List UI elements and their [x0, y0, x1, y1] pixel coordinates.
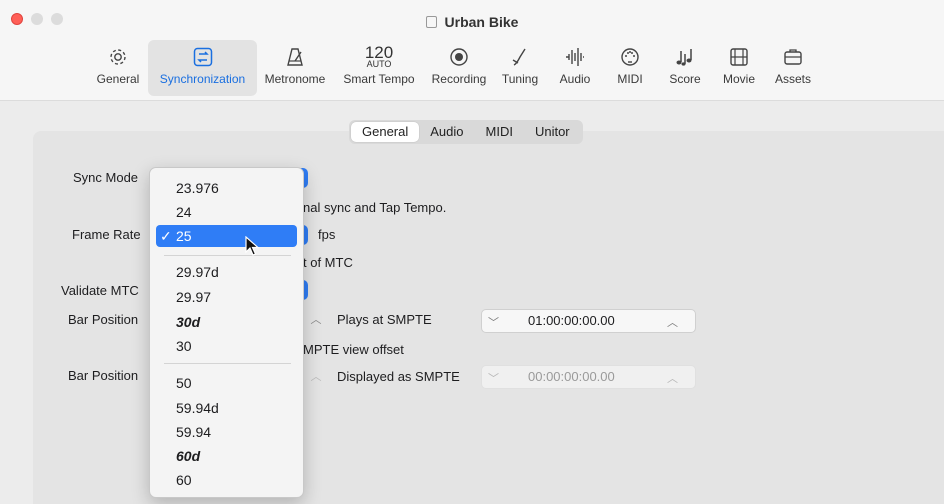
- tab-smart-tempo[interactable]: 120 AUTO Smart Tempo: [333, 40, 425, 96]
- menu-item[interactable]: 29.97: [156, 286, 297, 308]
- subtab-general[interactable]: General: [351, 122, 420, 142]
- sub-tab-control: General Audio MIDI Unitor: [349, 120, 583, 144]
- menu-item[interactable]: 23.976: [156, 177, 297, 199]
- notes-icon: [674, 44, 696, 70]
- validate-mtc-label: Validate MTC: [61, 283, 139, 298]
- briefcase-icon: [782, 44, 804, 70]
- frame-rate-unit: fps: [318, 227, 336, 242]
- increment-icon[interactable]: ︿: [667, 370, 678, 386]
- bar-position-2-stepper-up[interactable]: ︿: [309, 368, 323, 386]
- plays-at-smpte-field[interactable]: ﹀ 01:00:00:00.00 ︿: [481, 309, 696, 333]
- tab-assets[interactable]: Assets: [765, 40, 821, 96]
- window-title: Urban Bike: [0, 14, 944, 30]
- subtab-audio[interactable]: Audio: [419, 122, 474, 142]
- preferences-content: [0, 101, 944, 504]
- menu-item[interactable]: 60d: [156, 445, 297, 467]
- tab-score[interactable]: Score: [657, 40, 713, 96]
- smart-tempo-icon: 120 AUTO: [364, 43, 394, 69]
- bar-position-stepper-up[interactable]: ︿: [309, 311, 323, 329]
- decrement-icon[interactable]: ﹀: [488, 370, 499, 386]
- smpte-view-offset-hint: MPTE view offset: [303, 342, 404, 357]
- frame-rate-menu: 23.976 24 ✓ 25 29.97d 29.97 30d 30 50 59…: [149, 167, 304, 498]
- tab-general[interactable]: General: [88, 40, 148, 96]
- frame-rate-hint: t of MTC: [303, 255, 353, 270]
- tab-tuning[interactable]: Tuning: [493, 40, 547, 96]
- decrement-icon[interactable]: ﹀: [488, 314, 499, 330]
- checkmark-icon: ✓: [160, 228, 172, 244]
- tab-recording[interactable]: Recording: [425, 40, 493, 96]
- displayed-as-smpte-value: 00:00:00:00.00: [528, 369, 615, 384]
- sync-mode-label: Sync Mode: [73, 170, 139, 185]
- preferences-toolbar: General Synchronization Metronome 120 AU…: [88, 40, 821, 96]
- menu-item[interactable]: 50: [156, 372, 297, 394]
- displayed-as-smpte-label: Displayed as SMPTE: [337, 369, 460, 384]
- subtab-unitor[interactable]: Unitor: [524, 122, 581, 142]
- plays-at-smpte-label: Plays at SMPTE: [337, 312, 432, 327]
- menu-item-selected[interactable]: ✓ 25: [156, 225, 297, 247]
- midi-icon: [619, 44, 641, 70]
- tab-synchronization[interactable]: Synchronization: [148, 40, 257, 96]
- record-icon: [448, 44, 470, 70]
- waveform-icon: [564, 44, 586, 70]
- sync-mode-hint: nal sync and Tap Tempo.: [303, 200, 447, 215]
- menu-item[interactable]: 24: [156, 201, 297, 223]
- menu-separator: [164, 363, 291, 364]
- bar-position-label: Bar Position: [68, 312, 139, 327]
- subtab-midi[interactable]: MIDI: [475, 122, 524, 142]
- film-icon: [728, 44, 750, 70]
- menu-item[interactable]: 29.97d: [156, 261, 297, 283]
- menu-item[interactable]: 30: [156, 335, 297, 357]
- tab-audio[interactable]: Audio: [547, 40, 603, 96]
- menu-item[interactable]: 59.94d: [156, 397, 297, 419]
- preferences-window: Urban Bike General Synchronization Metro…: [0, 0, 944, 504]
- plays-at-smpte-value: 01:00:00:00.00: [528, 313, 615, 328]
- tab-metronome[interactable]: Metronome: [257, 40, 333, 96]
- document-icon: [425, 16, 437, 28]
- menu-item[interactable]: 60: [156, 469, 297, 491]
- tab-midi[interactable]: MIDI: [603, 40, 657, 96]
- menu-item[interactable]: 59.94: [156, 421, 297, 443]
- tab-movie[interactable]: Movie: [713, 40, 765, 96]
- gear-icon: [107, 44, 129, 70]
- tuning-icon: [509, 44, 531, 70]
- menu-item[interactable]: 30d: [156, 311, 297, 333]
- mouse-pointer-icon: [245, 235, 260, 261]
- bar-position-label-2: Bar Position: [68, 368, 139, 383]
- title-bar: Urban Bike General Synchronization Metro…: [0, 0, 944, 101]
- metronome-icon: [284, 44, 306, 70]
- menu-separator: [164, 255, 291, 256]
- increment-icon[interactable]: ︿: [667, 314, 678, 330]
- displayed-as-smpte-field[interactable]: ﹀ 00:00:00:00.00 ︿: [481, 365, 696, 389]
- sync-icon: [192, 44, 214, 70]
- frame-rate-label: Frame Rate: [72, 227, 141, 242]
